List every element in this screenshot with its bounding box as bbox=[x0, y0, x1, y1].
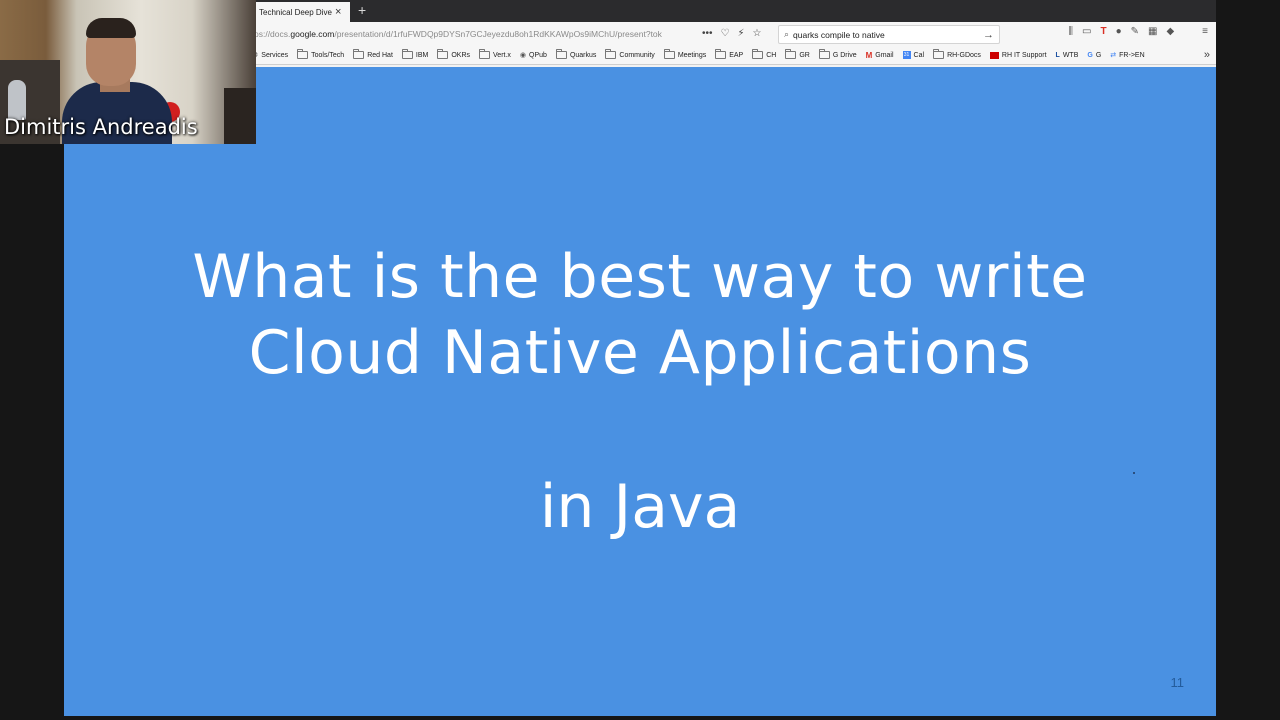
search-icon: ⌕ bbox=[784, 29, 790, 39]
folder-icon bbox=[437, 49, 449, 59]
bookmark-star-icon[interactable]: ☆ bbox=[753, 28, 762, 39]
bookmark-red-hat[interactable]: Red Hat bbox=[353, 49, 393, 59]
calendar-icon: 31 bbox=[902, 51, 911, 59]
browser-window: Technical Deep Dive × + ps://docs.google… bbox=[250, 0, 1216, 67]
redhat-icon bbox=[989, 51, 999, 59]
bookmark-g-drive[interactable]: G Drive bbox=[818, 49, 857, 59]
bookmark-rh-gdocs[interactable]: RH-GDocs bbox=[933, 49, 981, 59]
folder-icon bbox=[715, 49, 727, 59]
url-text[interactable]: ps://docs.google.com/presentation/d/1rfu… bbox=[254, 29, 694, 39]
presentation-slide: What is the best way to write Cloud Nati… bbox=[64, 67, 1216, 716]
bookmarks-bar: ⚙Services Tools/Tech Red Hat IBM OKRs Ve… bbox=[250, 46, 1216, 65]
bookmark-eap[interactable]: EAP bbox=[715, 49, 743, 59]
extension-brush-icon[interactable]: ✎ bbox=[1131, 26, 1139, 37]
cam-door bbox=[224, 88, 256, 144]
bookmark-okrs[interactable]: OKRs bbox=[437, 49, 470, 59]
url-domain: google.com bbox=[290, 28, 335, 39]
library-icon[interactable]: ⫼ bbox=[1068, 26, 1073, 37]
close-tab-icon[interactable]: × bbox=[335, 6, 341, 18]
bookmark-ibm[interactable]: IBM bbox=[401, 49, 428, 59]
folder-icon bbox=[353, 49, 365, 59]
folder-icon bbox=[785, 49, 797, 59]
menu-icon[interactable]: ≡ bbox=[1202, 26, 1208, 37]
translate-icon: ⇄ bbox=[1110, 52, 1117, 59]
lightning-icon[interactable]: ⚡ bbox=[737, 28, 744, 39]
google-icon: G bbox=[1087, 51, 1093, 59]
bookmark-vertx[interactable]: Vert.x bbox=[479, 49, 511, 59]
bookmark-rh-it-support[interactable]: RH IT Support bbox=[989, 51, 1047, 59]
speaker-name: Dimitris Andreadis bbox=[4, 115, 198, 139]
search-input[interactable]: quarks compile to native bbox=[793, 30, 983, 40]
globe-icon: ◉ bbox=[519, 52, 527, 59]
slide-title-line1: What is the best way to write bbox=[192, 242, 1088, 312]
slide-page-number: 11 bbox=[1170, 675, 1185, 690]
page-actions-icon[interactable]: ••• bbox=[702, 28, 713, 39]
address-bar[interactable]: ps://docs.google.com/presentation/d/1rfu… bbox=[254, 25, 774, 42]
folder-icon bbox=[297, 49, 309, 59]
folder-icon bbox=[605, 49, 617, 59]
toolbar-icons: ⫼ ▭ T ● ✎ ▦ ◆ ≡ bbox=[1068, 26, 1208, 37]
sidebar-icon[interactable]: ▭ bbox=[1082, 26, 1091, 37]
url-prefix: ps://docs. bbox=[254, 28, 291, 39]
search-box[interactable]: ⌕ quarks compile to native → bbox=[778, 25, 1000, 44]
bookmark-gmail[interactable]: M Gmail bbox=[866, 51, 894, 60]
bookmark-ch[interactable]: CH bbox=[752, 49, 776, 59]
bookmark-cal[interactable]: 31 Cal bbox=[902, 51, 924, 59]
extension-t-icon[interactable]: T bbox=[1100, 26, 1106, 37]
speaker-hair bbox=[86, 18, 136, 38]
account-icon[interactable]: ● bbox=[1116, 26, 1122, 37]
slide-title: What is the best way to write Cloud Nati… bbox=[64, 239, 1216, 391]
bookmark-wtb[interactable]: L WTB bbox=[1056, 52, 1079, 59]
folder-icon bbox=[663, 49, 675, 59]
folder-icon bbox=[401, 49, 413, 59]
active-tab[interactable]: Technical Deep Dive × bbox=[254, 2, 350, 22]
bookmarks-overflow-icon[interactable]: » bbox=[1204, 46, 1210, 64]
folder-icon bbox=[818, 49, 830, 59]
screen: Technical Deep Dive × + ps://docs.google… bbox=[0, 0, 1280, 720]
bookmark-gr[interactable]: GR bbox=[785, 49, 810, 59]
tab-title: Technical Deep Dive bbox=[259, 7, 332, 17]
mouse-pointer bbox=[1133, 472, 1135, 474]
folder-icon bbox=[933, 49, 945, 59]
folder-icon bbox=[479, 49, 491, 59]
new-tab-icon[interactable]: + bbox=[358, 2, 366, 19]
bookmark-fr-en[interactable]: ⇄ FR->EN bbox=[1110, 51, 1144, 60]
bookmark-meetings[interactable]: Meetings bbox=[663, 49, 706, 59]
extension-grid-icon[interactable]: ▦ bbox=[1148, 26, 1157, 37]
bookmark-community[interactable]: Community bbox=[605, 49, 655, 59]
folder-icon bbox=[752, 49, 764, 59]
bookmark-quarkus[interactable]: Quarkus bbox=[555, 49, 596, 59]
extension-puzzle-icon[interactable]: ◆ bbox=[1166, 26, 1174, 37]
webcam-overlay: Dimitris Andreadis bbox=[0, 0, 256, 144]
url-path: /presentation/d/1rfuFWDQp9DYSn7GCJeyezdu… bbox=[334, 28, 662, 39]
slide-subtitle: in Java bbox=[539, 472, 741, 542]
slide-title-line2: Cloud Native Applications bbox=[248, 318, 1032, 388]
pocket-icon[interactable]: ♡ bbox=[721, 28, 730, 39]
wtb-icon: L bbox=[1055, 51, 1060, 59]
folder-icon bbox=[555, 49, 567, 59]
bookmark-tools-tech[interactable]: Tools/Tech bbox=[297, 49, 344, 59]
search-go-icon[interactable]: → bbox=[983, 29, 994, 41]
bookmark-qpub[interactable]: ◉ QPub bbox=[519, 51, 547, 60]
gmail-icon: M bbox=[865, 50, 873, 60]
tab-strip: Technical Deep Dive × + bbox=[250, 0, 1216, 22]
nav-bar: ps://docs.google.com/presentation/d/1rfu… bbox=[250, 22, 1216, 46]
bookmark-g[interactable]: GG bbox=[1087, 52, 1101, 59]
bookmark-services[interactable]: ⚙Services bbox=[252, 51, 288, 60]
